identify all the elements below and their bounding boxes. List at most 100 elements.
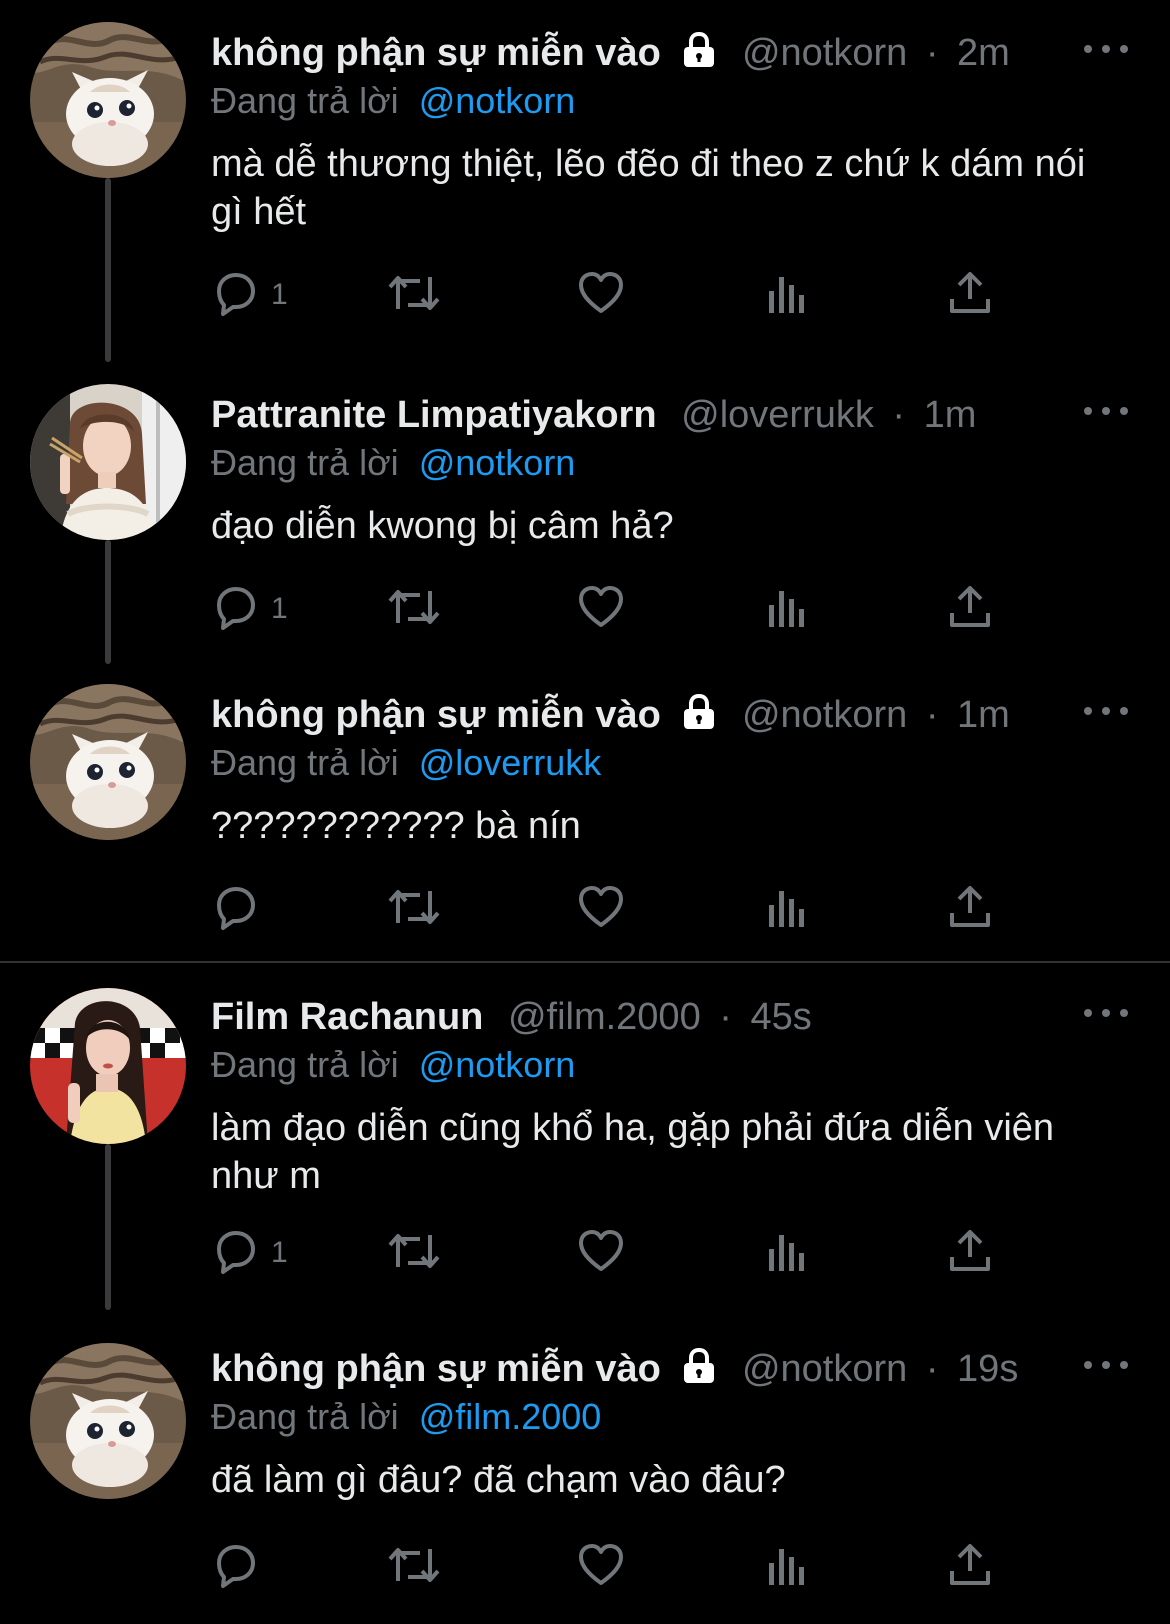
views-button[interactable] — [765, 584, 809, 634]
reply-icon — [211, 883, 259, 936]
share-button[interactable] — [946, 584, 994, 634]
lock-icon — [681, 31, 717, 79]
more-icon[interactable] — [1084, 1350, 1128, 1380]
tweet-header: Pattranite Limpatiyakorn @loverrukk · 1m — [211, 392, 976, 438]
reply-button[interactable] — [211, 1542, 259, 1592]
user-handle[interactable]: @notkorn — [742, 32, 907, 74]
views-button[interactable] — [765, 270, 809, 320]
user-handle[interactable]: @notkorn — [742, 694, 907, 736]
reply-mention-link[interactable]: @notkorn — [419, 1044, 576, 1085]
like-button[interactable] — [577, 270, 625, 320]
like-button[interactable] — [577, 584, 625, 634]
reply-button[interactable]: 1 — [211, 584, 288, 634]
reply-mention-link[interactable]: @loverrukk — [419, 742, 602, 783]
views-button[interactable] — [765, 1228, 809, 1278]
views-icon — [765, 269, 809, 322]
user-handle[interactable]: @film.2000 — [508, 996, 701, 1038]
tweet-text: ???????????? bà nín — [211, 805, 581, 847]
display-name[interactable]: Film Rachanun — [211, 996, 483, 1038]
reply-prefix: Đang trả lời — [211, 442, 399, 483]
more-icon[interactable] — [1084, 696, 1128, 726]
views-icon — [765, 1541, 809, 1594]
user-handle[interactable]: @notkorn — [742, 1348, 907, 1390]
reply-count: 1 — [271, 1236, 288, 1269]
tweet[interactable]: Pattranite Limpatiyakorn @loverrukk · 1m… — [0, 362, 1170, 664]
replying-to: Đang trả lời @notkorn — [211, 80, 575, 122]
avatar[interactable] — [30, 22, 186, 178]
retweet-button[interactable] — [386, 584, 442, 634]
more-icon[interactable] — [1084, 998, 1128, 1028]
timestamp[interactable]: 1m — [957, 694, 1010, 736]
timestamp[interactable]: 19s — [957, 1348, 1018, 1390]
reply-mention-link[interactable]: @notkorn — [419, 442, 576, 483]
tweet-actions — [211, 1542, 1041, 1592]
like-button[interactable] — [577, 1228, 625, 1278]
share-icon — [946, 269, 994, 322]
replying-to: Đang trả lời @notkorn — [211, 1044, 575, 1086]
share-icon — [946, 583, 994, 636]
reply-icon — [211, 1541, 259, 1594]
views-button[interactable] — [765, 884, 809, 934]
separator-dot: · — [719, 996, 732, 1038]
tweet-text: đạo diễn kwong bị câm hả? — [211, 505, 674, 547]
retweet-icon — [386, 1541, 442, 1594]
retweet-icon — [386, 583, 442, 636]
views-icon — [765, 883, 809, 936]
avatar[interactable] — [30, 384, 186, 540]
reply-button[interactable]: 1 — [211, 270, 288, 320]
heart-icon — [577, 883, 625, 936]
reply-prefix: Đang trả lời — [211, 80, 399, 121]
like-button[interactable] — [577, 1542, 625, 1592]
retweet-button[interactable] — [386, 1542, 442, 1592]
share-button[interactable] — [946, 1542, 994, 1592]
retweet-button[interactable] — [386, 884, 442, 934]
reply-prefix: Đang trả lời — [211, 1396, 399, 1437]
views-button[interactable] — [765, 1542, 809, 1592]
avatar[interactable] — [30, 1343, 186, 1499]
separator-dot: · — [925, 32, 939, 74]
timestamp[interactable]: 2m — [957, 32, 1010, 74]
user-handle[interactable]: @loverrukk — [681, 394, 874, 436]
display-name[interactable]: Pattranite Limpatiyakorn — [211, 394, 657, 436]
views-icon — [765, 1227, 809, 1280]
tweet-header: không phận sự miễn vào @notkorn · 1m — [211, 692, 1010, 741]
more-icon[interactable] — [1084, 34, 1128, 64]
retweet-icon — [386, 883, 442, 936]
display-name[interactable]: không phận sự miễn vào — [211, 694, 661, 736]
replying-to: Đang trả lời @notkorn — [211, 442, 575, 484]
display-name[interactable]: không phận sự miễn vào — [211, 32, 661, 74]
avatar[interactable] — [30, 988, 186, 1144]
retweet-button[interactable] — [386, 270, 442, 320]
tweet-text: làm đạo diễn cũng khổ ha, gặp phải đứa d… — [211, 1107, 1055, 1197]
separator-dot: · — [892, 394, 906, 436]
reply-button[interactable] — [211, 884, 259, 934]
share-icon — [946, 1227, 994, 1280]
share-button[interactable] — [946, 270, 994, 320]
reply-icon — [211, 1227, 259, 1280]
tweet[interactable]: Film Rachanun @film.2000 · 45s Đang trả … — [0, 968, 1170, 1310]
reply-mention-link[interactable]: @film.2000 — [419, 1396, 602, 1437]
avatar[interactable] — [30, 684, 186, 840]
share-icon — [946, 883, 994, 936]
reply-icon — [211, 583, 259, 636]
tweet-header: không phận sự miễn vào @notkorn · 19s — [211, 1346, 1018, 1395]
tweet[interactable]: không phận sự miễn vào @notkorn · 19s Đa… — [0, 1310, 1170, 1624]
reply-prefix: Đang trả lời — [211, 742, 399, 783]
reply-button[interactable]: 1 — [211, 1228, 288, 1278]
share-button[interactable] — [946, 1228, 994, 1278]
reply-thread: không phận sự miễn vào @notkorn · 2m Đan… — [0, 0, 1170, 1624]
share-button[interactable] — [946, 884, 994, 934]
heart-icon — [577, 583, 625, 636]
display-name[interactable]: không phận sự miễn vào — [211, 1348, 661, 1390]
like-button[interactable] — [577, 884, 625, 934]
more-icon[interactable] — [1084, 396, 1128, 426]
tweet[interactable]: không phận sự miễn vào @notkorn · 2m Đan… — [0, 0, 1170, 362]
retweet-button[interactable] — [386, 1228, 442, 1278]
timestamp[interactable]: 45s — [750, 996, 811, 1038]
thread-line — [105, 1144, 111, 1310]
tweet[interactable]: không phận sự miễn vào @notkorn · 1m Đan… — [0, 662, 1170, 962]
views-icon — [765, 583, 809, 636]
reply-mention-link[interactable]: @notkorn — [419, 80, 576, 121]
timestamp[interactable]: 1m — [924, 394, 977, 436]
tweet-header: Film Rachanun @film.2000 · 45s — [211, 994, 812, 1040]
